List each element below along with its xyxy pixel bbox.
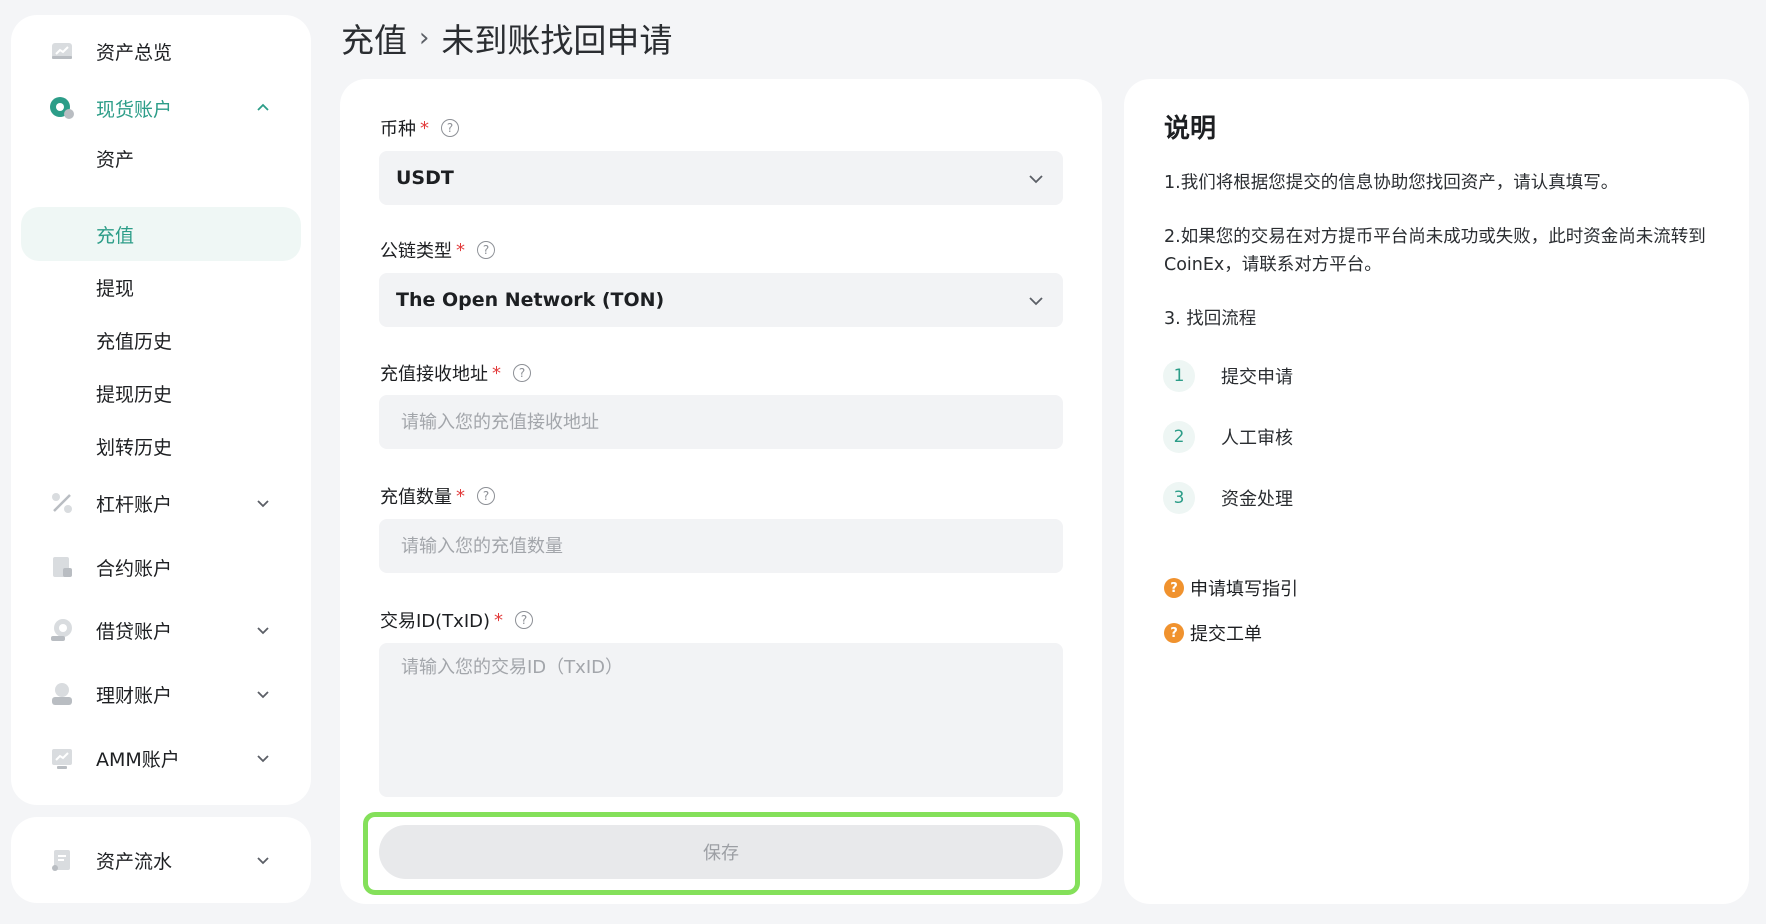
sidebar-item-label: 杠杆账户 <box>96 493 173 516</box>
chevron-down-icon <box>257 857 269 865</box>
sidebar-subitem-label: 提现历史 <box>96 383 173 406</box>
sidebar-subitem-deposit[interactable]: 充值 <box>21 207 301 261</box>
submit-ticket-link[interactable]: ? 提交工单 <box>1164 620 1262 646</box>
page-title: 未到账找回申请 <box>441 21 673 60</box>
chevron-down-icon <box>1029 175 1043 184</box>
sidebar-secondary: 资产流水 <box>11 817 311 903</box>
asset-flow-icon <box>52 850 70 871</box>
asset-overview-icon <box>52 43 72 59</box>
step-number: 1 <box>1163 360 1195 392</box>
step-number: 3 <box>1163 482 1195 514</box>
required-mark: * <box>456 239 465 261</box>
required-mark: * <box>492 362 501 384</box>
chevron-down-icon <box>257 755 269 763</box>
address-field-label: 充值接收地址 * ? <box>380 360 531 386</box>
application-guide-label: 申请填写指引 <box>1190 579 1298 600</box>
sidebar-subitem-transfer-history[interactable]: 划转历史 <box>21 419 301 473</box>
finance-account-icon <box>52 683 72 705</box>
sidebar-subitem-label: 充值 <box>96 224 135 247</box>
sidebar-item-margin-account[interactable]: 杠杆账户 <box>11 475 311 531</box>
loan-account-icon <box>51 619 72 641</box>
sidebar-item-finance-account[interactable]: 理财账户 <box>11 666 311 722</box>
required-mark: * <box>494 609 504 631</box>
coin-select-value: USDT <box>396 167 454 189</box>
help-icon[interactable]: ? <box>441 119 459 137</box>
chain-label-text: 公链类型 <box>380 241 452 262</box>
coin-select[interactable]: USDT <box>379 151 1063 205</box>
step-number: 2 <box>1163 421 1195 453</box>
instructions-paragraph-1: 1.我们将根据您提交的信息协助您找回资产，请认真填写。 <box>1164 173 1619 193</box>
txid-textarea[interactable] <box>379 643 1063 797</box>
deposit-address-input[interactable] <box>379 395 1063 449</box>
recovery-form: 币种 * ? USDT 公链类型 * ? The Open Network (T… <box>340 79 1102 904</box>
deposit-amount-input[interactable] <box>379 519 1063 573</box>
step-label: 资金处理 <box>1221 489 1293 510</box>
margin-account-icon <box>52 493 72 513</box>
chevron-down-icon <box>1029 297 1043 306</box>
step-label: 提交申请 <box>1221 367 1293 388</box>
sidebar-subitem-label: 充值历史 <box>96 330 173 353</box>
sidebar-item-amm-account[interactable]: AMM账户 <box>11 730 311 786</box>
chevron-down-icon <box>257 627 269 635</box>
instructions-panel: 说明 1.我们将根据您提交的信息协助您找回资产，请认真填写。 2.如果您的交易在… <box>1124 79 1749 904</box>
sidebar-item-futures-account[interactable]: 合约账户 <box>11 539 311 595</box>
sidebar-subitem-withdraw-history[interactable]: 提现历史 <box>21 366 301 420</box>
amount-label-text: 充值数量 <box>380 487 452 508</box>
application-guide-link[interactable]: ? 申请填写指引 <box>1164 575 1298 601</box>
chain-select[interactable]: The Open Network (TON) <box>379 273 1063 327</box>
process-step: 2 人工审核 <box>1163 420 1293 454</box>
required-mark: * <box>456 485 465 507</box>
futures-account-icon <box>53 557 72 577</box>
submit-ticket-label: 提交工单 <box>1190 624 1262 645</box>
amount-field-label: 充值数量 * ? <box>380 483 495 509</box>
address-label-text: 充值接收地址 <box>380 364 488 385</box>
sidebar-subitem-label: 划转历史 <box>96 436 173 459</box>
chain-field-label: 公链类型 * ? <box>380 237 495 263</box>
coin-field-label: 币种 * ? <box>380 115 459 141</box>
breadcrumb: 充值 › 未到账找回申请 <box>341 14 672 62</box>
instructions-paragraph-2: 2.如果您的交易在对方提币平台尚未成功或失败，此时资金尚未流转到CoinEx，请… <box>1164 227 1706 275</box>
breadcrumb-separator-icon: › <box>419 23 430 53</box>
sidebar-subitem-deposit-history[interactable]: 充值历史 <box>21 313 301 367</box>
chevron-down-icon <box>257 691 269 699</box>
help-icon[interactable]: ? <box>477 241 495 259</box>
sidebar-subitem-label: 提现 <box>96 277 135 300</box>
txid-label-text: 交易ID(TxID) <box>380 611 491 632</box>
sidebar-item-label: 借贷账户 <box>96 620 173 643</box>
chevron-up-icon <box>257 103 269 111</box>
txid-field-label: 交易ID(TxID) * ? <box>380 607 534 633</box>
amm-account-icon <box>52 749 72 769</box>
help-icon[interactable]: ? <box>477 487 495 505</box>
question-icon: ? <box>1164 623 1184 643</box>
save-button[interactable]: 保存 <box>379 825 1063 879</box>
spot-account-icon <box>50 97 74 119</box>
chevron-down-icon <box>257 500 269 508</box>
process-step: 1 提交申请 <box>1163 359 1293 393</box>
help-icon[interactable]: ? <box>515 611 534 629</box>
breadcrumb-parent[interactable]: 充值 <box>341 14 407 62</box>
sidebar: 资产总览 现货账户 资产 充值 提现 充值历史 提现历史 划转历史 杠杆账户 合… <box>11 15 311 805</box>
sidebar-item-label: 合约账户 <box>96 557 173 580</box>
required-mark: * <box>420 117 429 139</box>
step-label: 人工审核 <box>1221 428 1293 449</box>
sidebar-subitem-assets[interactable]: 资产 <box>21 131 301 185</box>
coin-label-text: 币种 <box>380 119 416 140</box>
sidebar-item-loan-account[interactable]: 借贷账户 <box>11 602 311 658</box>
help-icon[interactable]: ? <box>513 364 531 382</box>
sidebar-item-label: AMM账户 <box>96 748 180 771</box>
sidebar-item-label: 理财账户 <box>96 684 173 707</box>
sidebar-item-spot-account[interactable]: 现货账户 <box>11 80 311 136</box>
sidebar-subitem-withdraw[interactable]: 提现 <box>21 260 301 314</box>
process-step: 3 资金处理 <box>1163 481 1293 515</box>
sidebar-item-label: 资产流水 <box>96 850 173 873</box>
question-icon: ? <box>1164 578 1184 598</box>
instructions-title: 说明 <box>1164 114 1217 144</box>
instructions-paragraph-3: 3. 找回流程 <box>1164 309 1257 329</box>
sidebar-subitem-label: 资产 <box>96 148 135 171</box>
sidebar-item-asset-overview[interactable]: 资产总览 <box>11 23 311 79</box>
chain-select-value: The Open Network (TON) <box>396 289 665 311</box>
sidebar-item-asset-flow[interactable]: 资产流水 <box>11 832 311 888</box>
sidebar-item-label: 资产总览 <box>96 41 173 64</box>
sidebar-item-label: 现货账户 <box>96 98 173 121</box>
